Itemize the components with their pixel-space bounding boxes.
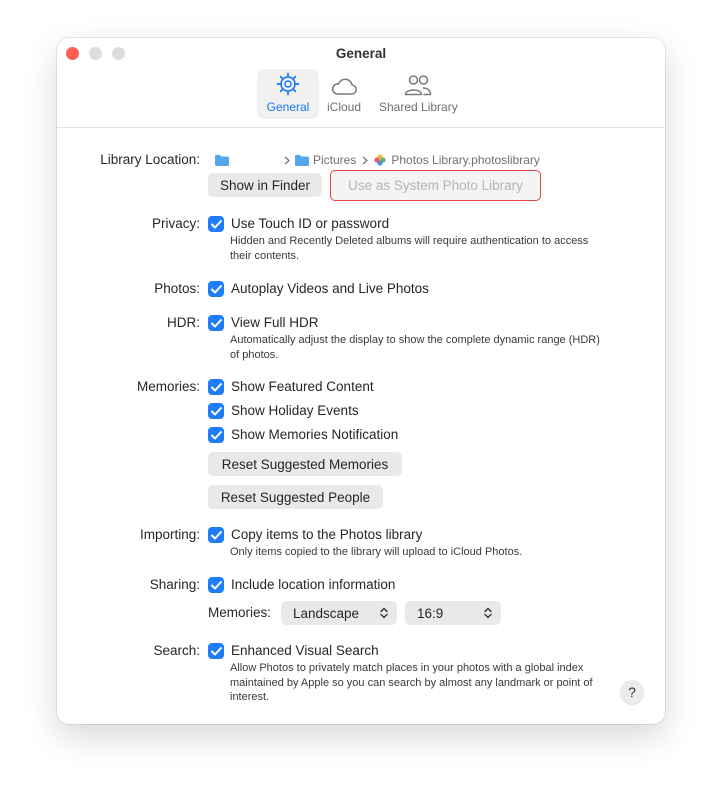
tab-general-label: General — [266, 100, 310, 114]
folder-icon — [295, 154, 309, 166]
copy-items-option: Copy items to the Photos library — [231, 527, 423, 542]
photos-label: Photos: — [154, 281, 200, 296]
reset-suggested-memories-button[interactable]: Reset Suggested Memories — [208, 452, 402, 476]
memories-aspect-popup[interactable]: 16:9 — [405, 601, 501, 625]
up-down-chevron-icon — [380, 607, 388, 619]
touch-id-description: Hidden and Recently Deleted albums will … — [230, 235, 589, 262]
path-chevron-icon — [362, 156, 369, 165]
memories-notification-option: Show Memories Notification — [231, 427, 399, 442]
sharing-memories-label: Memories: — [208, 605, 272, 620]
checkmark-icon — [210, 318, 222, 327]
holiday-events-option: Show Holiday Events — [231, 403, 359, 418]
hdr-description: Automatically adjust the display to show… — [230, 334, 600, 361]
tab-general[interactable]: General — [257, 69, 319, 119]
checkmark-icon — [210, 646, 222, 655]
photos-app-icon — [374, 154, 386, 166]
copy-items-description: Only items copied to the library will up… — [230, 546, 523, 558]
hdr-label: HDR: — [167, 315, 200, 330]
window-title: General — [335, 46, 387, 61]
aspect-value: 16:9 — [417, 605, 444, 621]
tab-icloud[interactable]: iCloud — [313, 69, 375, 119]
up-down-chevron-icon — [484, 607, 492, 619]
enhanced-visual-search-description: Allow Photos to privately match places i… — [230, 662, 593, 703]
copy-items-checkbox[interactable] — [208, 527, 224, 543]
checkmark-icon — [210, 580, 222, 589]
view-full-hdr-checkbox[interactable] — [208, 315, 224, 331]
touch-id-checkbox[interactable] — [208, 216, 224, 232]
path-chevron-icon — [284, 156, 290, 165]
sharing-label: Sharing: — [149, 577, 200, 592]
touch-id-option: Use Touch ID or password — [231, 216, 390, 231]
checkmark-icon — [210, 284, 222, 293]
featured-content-option: Show Featured Content — [231, 379, 374, 394]
toolbar-divider — [57, 127, 665, 128]
toolbar-tabs: General iCloud Shared Library — [57, 69, 665, 121]
autoplay-checkbox[interactable] — [208, 281, 224, 297]
view-full-hdr-option: View Full HDR — [231, 315, 319, 330]
reset-suggested-people-button[interactable]: Reset Suggested People — [208, 485, 383, 509]
settings-window: General General iCloud Shared Library Li… — [57, 38, 665, 724]
importing-label: Importing: — [139, 527, 200, 542]
memories-orientation-popup[interactable]: Landscape — [281, 601, 397, 625]
path-folder-name: Pictures — [313, 153, 357, 167]
help-button[interactable]: ? — [620, 680, 644, 704]
autoplay-option: Autoplay Videos and Live Photos — [231, 281, 429, 296]
enhanced-visual-search-option: Enhanced Visual Search — [231, 643, 379, 658]
holiday-events-checkbox[interactable] — [208, 403, 224, 419]
show-in-finder-button[interactable]: Show in Finder — [208, 173, 322, 197]
enhanced-visual-search-checkbox[interactable] — [208, 643, 224, 659]
library-location-label: Library Location: — [100, 152, 200, 167]
people-icon — [404, 75, 432, 96]
checkmark-icon — [210, 219, 222, 228]
checkmark-icon — [210, 530, 222, 539]
tab-shared-library-label: Shared Library — [379, 100, 458, 114]
memories-label: Memories: — [136, 379, 200, 394]
library-path[interactable]: Pictures Photos Library.photoslibrary — [215, 153, 540, 167]
checkmark-icon — [210, 430, 222, 439]
tab-icloud-label: iCloud — [326, 100, 362, 114]
location-info-option: Include location information — [231, 577, 396, 592]
privacy-label: Privacy: — [151, 216, 200, 231]
cloud-icon — [331, 78, 357, 95]
checkmark-icon — [210, 406, 222, 415]
orientation-value: Landscape — [293, 605, 360, 621]
tab-shared-library[interactable]: Shared Library — [379, 69, 458, 119]
folder-icon — [215, 154, 229, 166]
memories-notification-checkbox[interactable] — [208, 427, 224, 443]
path-library-name: Photos Library.photoslibrary — [391, 153, 540, 167]
use-as-system-photo-library-button[interactable]: Use as System Photo Library — [330, 170, 541, 201]
location-info-checkbox[interactable] — [208, 577, 224, 593]
search-label: Search: — [153, 643, 200, 658]
featured-content-checkbox[interactable] — [208, 379, 224, 395]
gear-icon — [276, 72, 300, 96]
checkmark-icon — [210, 382, 222, 391]
